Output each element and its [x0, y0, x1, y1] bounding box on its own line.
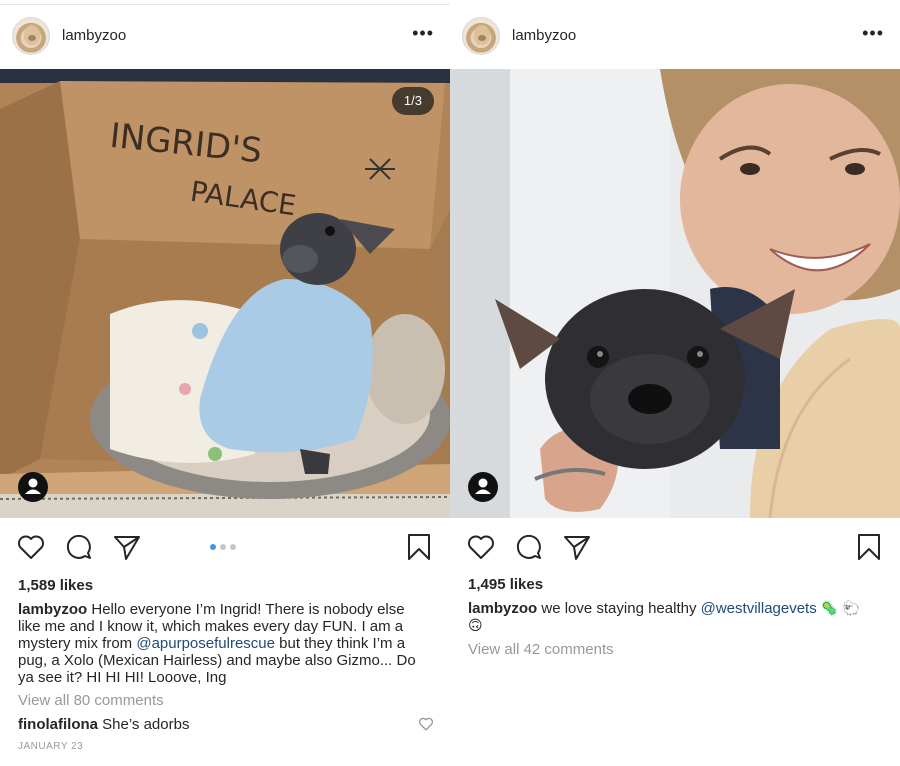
- photo-counter: 1/3: [391, 87, 434, 115]
- dog-in-box-photo: INGRID'S PALACE: [0, 69, 450, 518]
- carousel-dot: [220, 544, 226, 550]
- post-photo[interactable]: [450, 69, 900, 518]
- heart-icon[interactable]: [466, 532, 496, 562]
- caption-mention[interactable]: @apurposefulrescue: [136, 635, 275, 652]
- avatar[interactable]: [462, 17, 500, 55]
- post-header: lambyzoo •••: [0, 15, 450, 57]
- user-tag-icon[interactable]: [18, 472, 48, 502]
- likes-count[interactable]: 1,495 likes: [468, 576, 543, 593]
- bookmark-icon[interactable]: [854, 532, 884, 562]
- caption-text: we love staying healthy: [541, 600, 701, 617]
- microbe-emoji: 🦠: [820, 600, 839, 616]
- caption: lambyzoo we love staying healthy @westvi…: [468, 600, 878, 634]
- more-icon[interactable]: •••: [862, 24, 884, 42]
- post-header: lambyzoo •••: [450, 15, 900, 57]
- share-icon[interactable]: [562, 532, 592, 562]
- carousel-dot: [230, 544, 236, 550]
- post-date: JANUARY 23: [18, 741, 84, 752]
- caption: lambyzoo Hello everyone I’m Ingrid! Ther…: [18, 601, 428, 686]
- comment-icon[interactable]: [514, 532, 544, 562]
- avatar[interactable]: [12, 17, 50, 55]
- view-all-comments[interactable]: View all 42 comments: [468, 641, 614, 658]
- woman-with-puppy-photo: [450, 69, 900, 518]
- bookmark-icon[interactable]: [404, 532, 434, 562]
- heart-icon[interactable]: [16, 532, 46, 562]
- comment-like-icon[interactable]: [418, 716, 434, 732]
- view-all-comments[interactable]: View all 80 comments: [18, 692, 164, 709]
- share-icon[interactable]: [112, 532, 142, 562]
- sheep-emoji: 🐑: [842, 600, 860, 616]
- comment: finolafilona She’s adorbs: [18, 716, 189, 733]
- post-right: lambyzoo ••• 1,495 likes lambyzoo we lov…: [450, 0, 900, 766]
- comment-text: She’s adorbs: [102, 716, 190, 733]
- more-icon[interactable]: •••: [412, 24, 434, 42]
- comment-icon[interactable]: [64, 532, 94, 562]
- action-bar: [450, 530, 900, 566]
- username[interactable]: lambyzoo: [62, 27, 126, 44]
- post-left: lambyzoo ••• INGRID'S PALACE 1/3 1,589 l…: [0, 0, 450, 766]
- caption-mention[interactable]: @westvillagevets: [701, 600, 817, 617]
- caption-username[interactable]: lambyzoo: [18, 601, 87, 618]
- username[interactable]: lambyzoo: [512, 27, 576, 44]
- likes-count[interactable]: 1,589 likes: [18, 577, 93, 594]
- caption-username[interactable]: lambyzoo: [468, 600, 537, 617]
- user-tag-icon[interactable]: [468, 472, 498, 502]
- carousel-dots: [210, 544, 236, 550]
- divider: [0, 4, 450, 5]
- post-photo[interactable]: INGRID'S PALACE 1/3: [0, 69, 450, 518]
- comment-username[interactable]: finolafilona: [18, 716, 98, 733]
- action-bar: [0, 530, 450, 566]
- upside-down-face-emoji: 🙃: [468, 617, 483, 633]
- carousel-dot: [210, 544, 216, 550]
